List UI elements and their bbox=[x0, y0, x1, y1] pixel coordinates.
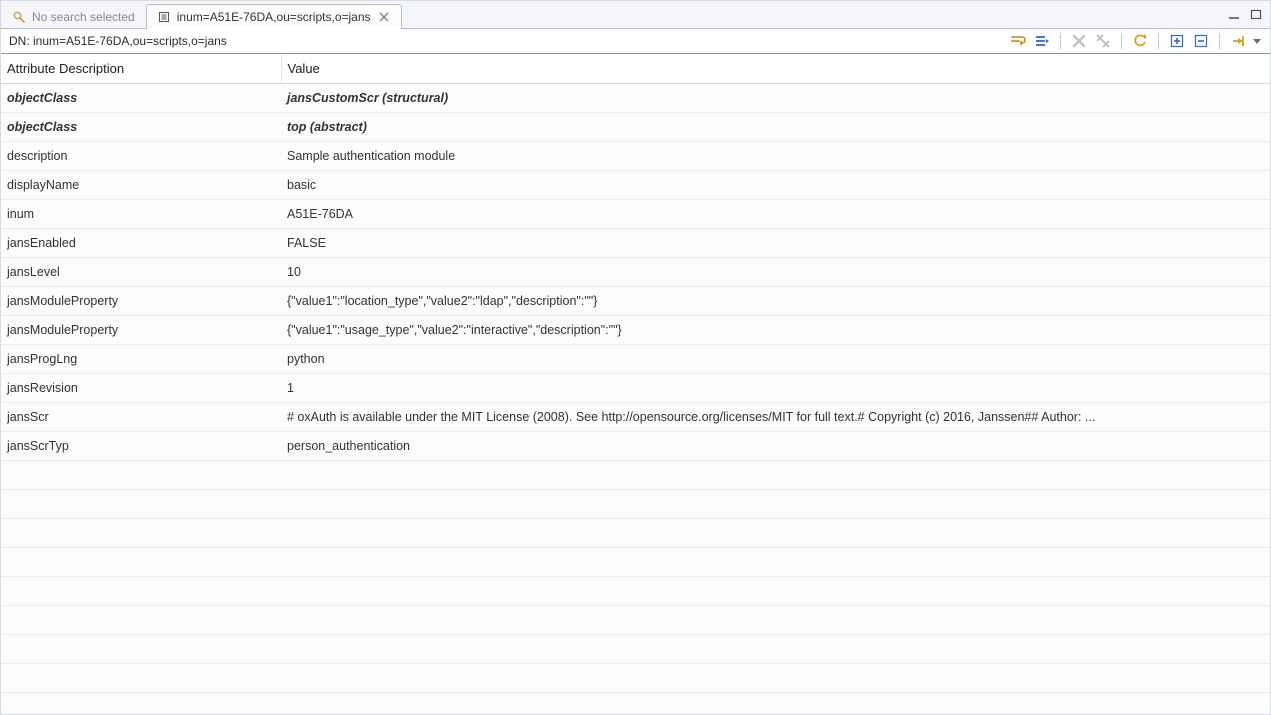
value-cell[interactable]: FALSE bbox=[281, 229, 1270, 258]
close-icon[interactable] bbox=[377, 10, 391, 24]
attr-cell: jansRevision bbox=[1, 374, 281, 403]
delete-icon bbox=[1069, 31, 1089, 51]
value-cell[interactable]: {"value1":"usage_type","value2":"interac… bbox=[281, 316, 1270, 345]
table-row[interactable]: jansModuleProperty{"value1":"location_ty… bbox=[1, 287, 1270, 316]
value-cell[interactable]: basic bbox=[281, 171, 1270, 200]
delete-all-icon bbox=[1093, 31, 1113, 51]
toolbar-separator bbox=[1158, 33, 1159, 49]
table-row bbox=[1, 548, 1270, 577]
value-cell[interactable]: python bbox=[281, 345, 1270, 374]
entry-icon bbox=[157, 10, 171, 24]
dropdown-arrow-icon[interactable] bbox=[1252, 31, 1262, 51]
collapse-all-icon[interactable] bbox=[1191, 31, 1211, 51]
attr-cell: jansModuleProperty bbox=[1, 287, 281, 316]
attr-cell: jansLevel bbox=[1, 258, 281, 287]
window-controls bbox=[1226, 1, 1270, 28]
table-row[interactable]: objectClassjansCustomScr (structural) bbox=[1, 84, 1270, 113]
table-row bbox=[1, 461, 1270, 490]
value-cell[interactable]: 10 bbox=[281, 258, 1270, 287]
dn-bar: DN: inum=A51E-76DA,ou=scripts,o=jans bbox=[1, 28, 1270, 54]
attr-cell: jansEnabled bbox=[1, 229, 281, 258]
table-row bbox=[1, 577, 1270, 606]
wrap-lines-icon[interactable] bbox=[1008, 31, 1028, 51]
attr-cell: description bbox=[1, 142, 281, 171]
table-row[interactable]: jansScr# oxAuth is available under the M… bbox=[1, 403, 1270, 432]
tab-bar: No search selected inum=A51E-76DA,ou=scr… bbox=[1, 1, 1270, 28]
col-header-value[interactable]: Value bbox=[281, 55, 1270, 84]
table-row bbox=[1, 519, 1270, 548]
tab-label: inum=A51E-76DA,ou=scripts,o=jans bbox=[177, 10, 371, 24]
table-row[interactable]: jansEnabledFALSE bbox=[1, 229, 1270, 258]
table-row[interactable]: objectClasstop (abstract) bbox=[1, 113, 1270, 142]
table-row bbox=[1, 693, 1270, 715]
minimize-icon[interactable] bbox=[1226, 8, 1242, 22]
attr-cell: objectClass bbox=[1, 113, 281, 142]
value-cell[interactable]: 1 bbox=[281, 374, 1270, 403]
attr-cell: jansScr bbox=[1, 403, 281, 432]
tab-label: No search selected bbox=[32, 10, 135, 24]
ldap-search-icon bbox=[12, 10, 26, 24]
table-row bbox=[1, 606, 1270, 635]
tab-entry[interactable]: inum=A51E-76DA,ou=scripts,o=jans bbox=[146, 4, 402, 29]
maximize-icon[interactable] bbox=[1248, 8, 1264, 22]
expand-all-icon[interactable] bbox=[1167, 31, 1187, 51]
dn-value: inum=A51E-76DA,ou=scripts,o=jans bbox=[33, 34, 227, 48]
table-row[interactable]: inumA51E-76DA bbox=[1, 200, 1270, 229]
value-cell[interactable]: top (abstract) bbox=[281, 113, 1270, 142]
toolbar-separator bbox=[1060, 33, 1061, 49]
value-cell[interactable]: jansCustomScr (structural) bbox=[281, 84, 1270, 113]
quick-search-icon[interactable] bbox=[1228, 31, 1248, 51]
attribute-table: Attribute Description Value objectClassj… bbox=[1, 55, 1270, 714]
toolbar-separator bbox=[1219, 33, 1220, 49]
attr-cell: inum bbox=[1, 200, 281, 229]
value-cell[interactable]: person_authentication bbox=[281, 432, 1270, 461]
toolbar-separator bbox=[1121, 33, 1122, 49]
table-row bbox=[1, 635, 1270, 664]
attr-cell: objectClass bbox=[1, 84, 281, 113]
col-header-attribute[interactable]: Attribute Description bbox=[1, 55, 281, 84]
dn-prefix: DN: bbox=[9, 34, 30, 48]
tab-no-search[interactable]: No search selected bbox=[1, 4, 146, 29]
attr-cell: displayName bbox=[1, 171, 281, 200]
table-row[interactable]: descriptionSample authentication module bbox=[1, 142, 1270, 171]
refresh-icon[interactable] bbox=[1130, 31, 1150, 51]
table-row bbox=[1, 490, 1270, 519]
value-cell[interactable]: Sample authentication module bbox=[281, 142, 1270, 171]
toolbar bbox=[1008, 31, 1262, 51]
attribute-table-container: Attribute Description Value objectClassj… bbox=[1, 54, 1270, 714]
table-row[interactable]: displayNamebasic bbox=[1, 171, 1270, 200]
attr-cell: jansModuleProperty bbox=[1, 316, 281, 345]
toggle-display-icon[interactable] bbox=[1032, 31, 1052, 51]
attr-cell: jansScrTyp bbox=[1, 432, 281, 461]
value-cell[interactable]: {"value1":"location_type","value2":"ldap… bbox=[281, 287, 1270, 316]
table-row[interactable]: jansRevision1 bbox=[1, 374, 1270, 403]
table-row[interactable]: jansModuleProperty{"value1":"usage_type"… bbox=[1, 316, 1270, 345]
value-cell[interactable]: # oxAuth is available under the MIT Lice… bbox=[281, 403, 1270, 432]
attr-cell: jansProgLng bbox=[1, 345, 281, 374]
value-cell[interactable]: A51E-76DA bbox=[281, 200, 1270, 229]
table-row[interactable]: jansProgLngpython bbox=[1, 345, 1270, 374]
table-row bbox=[1, 664, 1270, 693]
table-row[interactable]: jansLevel10 bbox=[1, 258, 1270, 287]
table-row[interactable]: jansScrTypperson_authentication bbox=[1, 432, 1270, 461]
